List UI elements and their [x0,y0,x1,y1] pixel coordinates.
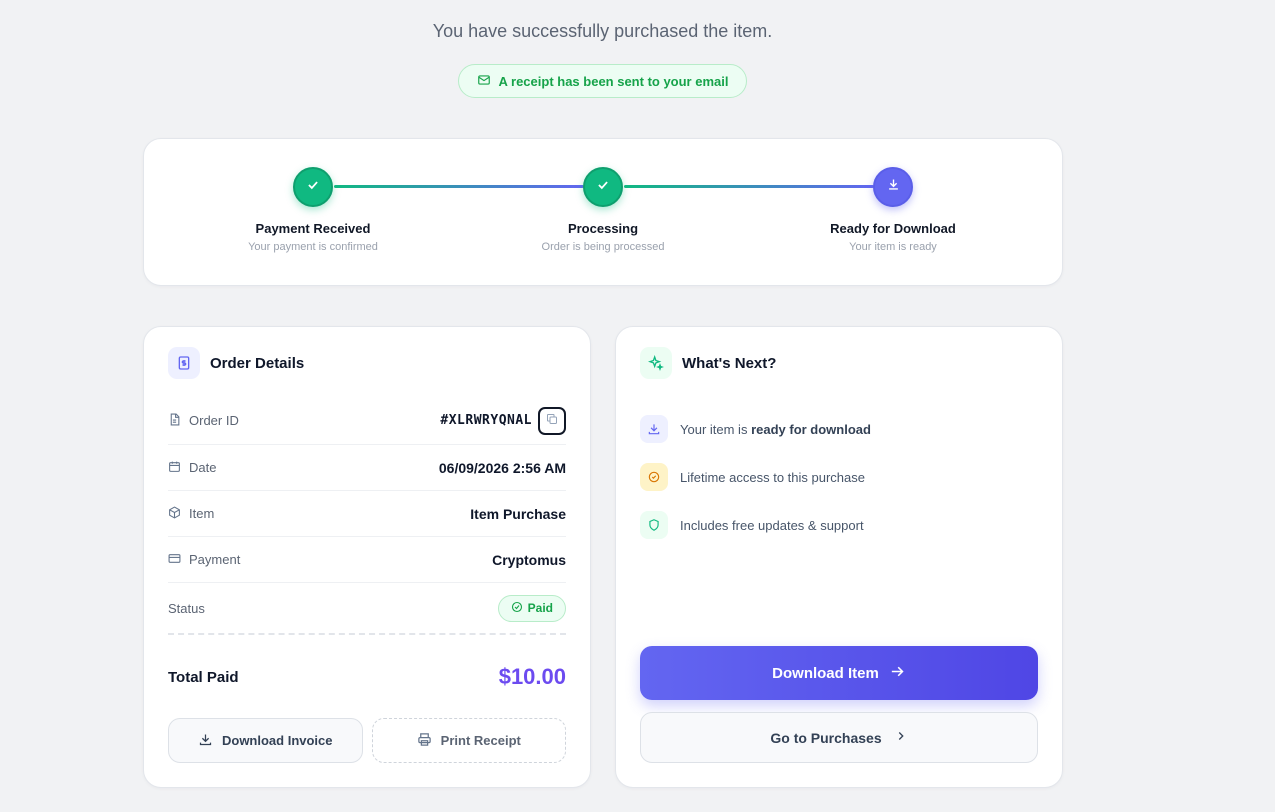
package-icon [168,505,181,522]
clock-icon [640,463,668,491]
download-item-label: Download Item [772,664,879,682]
credit-card-icon [168,552,181,568]
total-paid-row: Total Paid $10.00 [168,664,566,690]
item-row: Item Item Purchase [168,491,566,537]
step-title: Ready for Download [830,221,956,236]
payment-row: Payment Cryptomus [168,537,566,583]
sparkles-icon [640,347,672,379]
order-details-title: Order Details [210,354,305,372]
next-item-download: Your item is ready for download [640,405,1038,453]
order-id-row: Order ID #XLRWRYQNAL [168,397,566,445]
print-receipt-label: Print Receipt [440,733,521,748]
progress-step-processing: Processing Order is being processed [483,167,723,253]
payment-label: Payment [189,552,241,567]
status-label: Status [168,600,205,616]
step-status-circle [873,167,913,207]
next-item-prefix: Your item is [680,421,752,437]
whats-next-title: What's Next? [682,354,777,372]
document-icon [168,413,181,429]
date-value: 06/09/2026 2:56 AM [438,459,566,476]
total-paid-value: $10.00 [498,664,566,689]
next-item-lifetime: Lifetime access to this purchase [640,453,1038,501]
progress-step-payment: Payment Received Your payment is confirm… [193,167,433,253]
item-value: Item Purchase [470,505,566,522]
whats-next-card: What's Next? Your item is ready for down… [615,326,1063,788]
download-invoice-button[interactable]: Download Invoice [168,718,363,763]
chevron-right-icon [894,729,908,746]
next-item-text: Lifetime access to this purchase [680,469,865,485]
step-status-circle [293,167,333,207]
download-item-button[interactable]: Download Item [640,646,1038,700]
download-icon [198,732,213,750]
step-title: Payment Received [255,221,371,236]
page-subtitle: You have successfully purchased the item… [432,21,773,41]
calendar-icon [168,460,181,476]
progress-step-ready: Ready for Download Your item is ready [773,167,1013,253]
download-icon [640,415,668,443]
step-subtitle: Your payment is confirmed [248,241,378,253]
go-to-purchases-label: Go to Purchases [770,729,882,746]
dollar-document-icon [168,347,200,379]
total-paid-label: Total Paid [168,668,239,686]
status-badge: Paid [497,594,566,622]
go-to-purchases-button[interactable]: Go to Purchases [640,712,1038,763]
step-title: Processing [567,221,639,236]
printer-icon [417,732,432,750]
status-value: Paid [527,601,553,615]
step-subtitle: Order is being processed [541,241,665,253]
next-item-text: Includes free updates & support [680,517,864,533]
order-id-value: #XLRWRYQNAL [440,413,532,428]
next-item-updates: Includes free updates & support [640,501,1038,549]
payment-value: Cryptomus [492,551,566,568]
receipt-notice-text: A receipt has been sent to your email [498,73,729,89]
mail-icon [477,73,491,90]
check-icon [306,178,320,197]
next-item-strong: ready for download [751,421,871,437]
item-label: Item [189,506,215,521]
receipt-notice: A receipt has been sent to your email [458,64,747,98]
check-icon [596,178,610,197]
copy-icon [546,412,558,430]
order-id-label: Order ID [189,413,239,428]
download-invoice-label: Download Invoice [221,733,333,748]
date-label: Date [189,460,217,475]
arrow-right-icon [889,663,906,684]
step-status-circle [583,167,623,207]
date-row: Date 06/09/2026 2:56 AM [168,445,566,491]
shield-icon [640,511,668,539]
progress-card: Payment Received Your payment is confirm… [143,138,1063,286]
download-icon [886,177,901,197]
check-circle-icon [511,601,523,616]
print-receipt-button[interactable]: Print Receipt [371,718,566,763]
step-subtitle: Your item is ready [849,241,937,253]
status-row: Status Paid [168,583,566,635]
next-item-text: Your item is ready for download [680,422,871,437]
order-details-card: Order Details Order ID #XLRWRYQNAL Date … [143,326,591,788]
copy-order-id-button[interactable] [538,406,566,435]
